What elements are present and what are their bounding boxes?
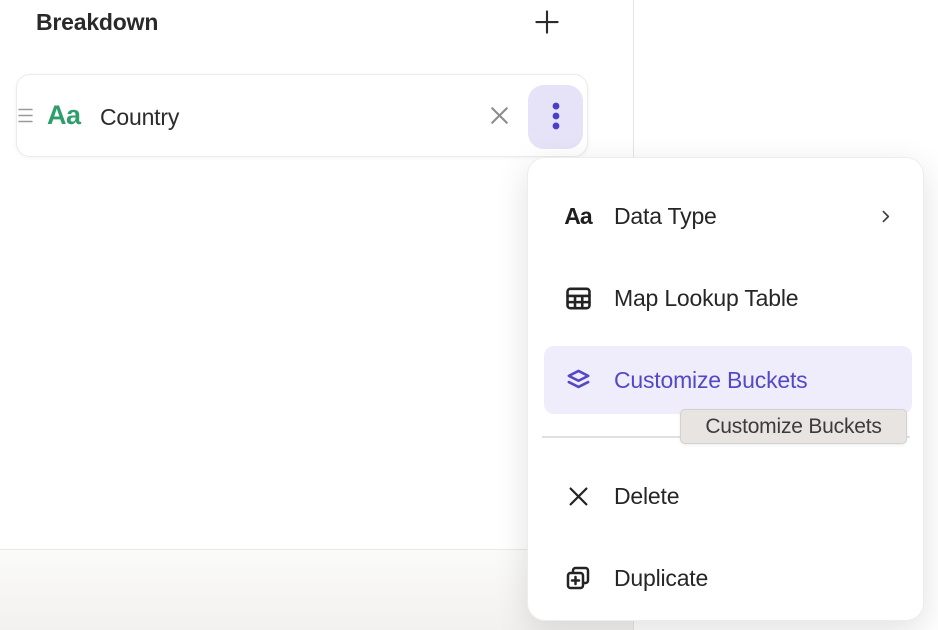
page-title: Breakdown bbox=[36, 9, 158, 36]
field-options-button[interactable] bbox=[528, 85, 583, 149]
table-icon bbox=[561, 281, 595, 315]
kebab-dots-icon bbox=[539, 99, 573, 136]
menu-item-label: Customize Buckets bbox=[614, 367, 807, 394]
x-icon bbox=[561, 479, 595, 513]
chevron-right-icon bbox=[876, 207, 894, 225]
menu-item-customize-buckets[interactable]: Customize Buckets bbox=[544, 346, 912, 414]
plus-icon bbox=[532, 7, 562, 40]
menu-item-data-type[interactable]: Aa Data Type bbox=[544, 182, 912, 250]
menu-item-label: Map Lookup Table bbox=[614, 285, 798, 312]
menu-item-duplicate[interactable]: Duplicate bbox=[544, 544, 912, 612]
tooltip: Customize Buckets bbox=[680, 409, 907, 444]
copy-plus-icon bbox=[561, 561, 595, 595]
drag-handle[interactable] bbox=[18, 107, 36, 127]
field-type-badge: Aa bbox=[47, 100, 81, 131]
remove-field-button[interactable] bbox=[485, 103, 513, 131]
menu-item-map-lookup-table[interactable]: Map Lookup Table bbox=[544, 264, 912, 332]
breakdown-screen: Breakdown Aa Country bbox=[0, 0, 938, 630]
field-context-menu: Aa Data Type Map Lookup Table bbox=[527, 157, 924, 621]
menu-item-label: Duplicate bbox=[614, 565, 708, 592]
grip-lines-icon bbox=[18, 107, 33, 127]
data-type-icon: Aa bbox=[561, 199, 595, 233]
add-breakdown-button[interactable] bbox=[530, 6, 564, 40]
menu-item-label: Data Type bbox=[614, 203, 717, 230]
menu-item-delete[interactable]: Delete bbox=[544, 462, 912, 530]
stack-icon bbox=[561, 363, 595, 397]
menu-item-label: Delete bbox=[614, 483, 679, 510]
close-icon bbox=[487, 103, 512, 131]
field-name-label: Country bbox=[100, 104, 179, 131]
